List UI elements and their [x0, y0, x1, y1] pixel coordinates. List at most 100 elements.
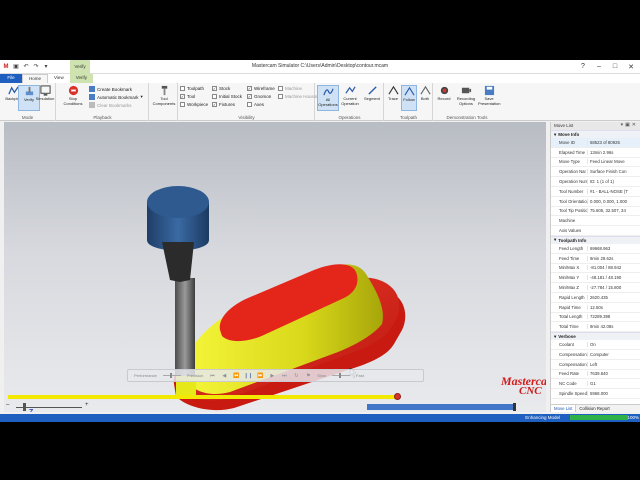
move-list-row[interactable]: Coolant On — [551, 340, 640, 350]
move-list-row[interactable]: Rapid Length 2620.435 — [551, 293, 640, 303]
move-list-row[interactable]: Operation Nar Surface Finish Con — [551, 167, 640, 178]
timeline-segment-knob[interactable] — [513, 403, 516, 411]
simulation-progress-bar[interactable] — [4, 393, 546, 400]
recording-options-button[interactable]: Recording Options — [454, 85, 478, 111]
visibility-initial-stock-checkbox[interactable]: Initial Stock — [212, 94, 242, 99]
property-value: Feed Linear Move — [587, 159, 640, 165]
panel-controls[interactable]: ▾▣✕ — [621, 122, 638, 128]
property-value: 12.50s — [587, 304, 640, 310]
playback-group-label: Playback — [93, 115, 112, 120]
property-value: 7639.840 — [587, 371, 640, 377]
property-name: Compensation — [559, 361, 587, 367]
toolpath-group-label: Toolpath — [399, 115, 417, 120]
follow-button[interactable]: Follow — [401, 85, 417, 111]
move-list-row[interactable]: Move Type Feed Linear Move — [551, 158, 640, 168]
move-list-row[interactable]: Total Time 9min 42.08s — [551, 322, 640, 333]
move-list-row[interactable]: Feed Rate 7639.840 — [551, 370, 640, 380]
stop-conditions-button[interactable]: Stop Conditions — [61, 85, 85, 111]
save-presentation-button[interactable]: Save Presentation — [478, 85, 500, 111]
move-list-section-header[interactable]: ▾ Toolpath Info — [551, 235, 640, 244]
tab-view[interactable]: View — [48, 74, 70, 83]
visibility-axes-checkbox[interactable]: Axes — [247, 102, 264, 107]
help-icon[interactable]: ? — [578, 62, 588, 71]
move-list-row[interactable]: Axis Values — [551, 226, 640, 236]
tool-components-icon — [161, 85, 167, 96]
bookmark-auto-icon — [89, 94, 95, 100]
move-list-section-header[interactable]: ▾ Move Info — [551, 130, 640, 138]
move-list-row[interactable]: Tool Orientatio 0.000, 0.000, 1.000 — [551, 197, 640, 207]
clear-bookmarks-button[interactable]: Clear Bookmarks — [89, 102, 132, 108]
mastercam-cnc-watermark: Mastercam CNC — [501, 374, 546, 397]
property-name: Tool Orientatio — [559, 198, 587, 204]
next-icon[interactable]: ⏩ — [257, 373, 263, 379]
simulation-button[interactable]: Simulation — [34, 85, 56, 111]
automatic-bookmark-button[interactable]: Automatic Bookmark ▾ — [89, 94, 143, 100]
both-button[interactable]: Both — [417, 85, 433, 111]
performance-slider[interactable] — [162, 373, 181, 378]
visibility-toolpath-checkbox[interactable]: Toolpath — [180, 86, 204, 91]
tab-file[interactable]: File — [0, 74, 22, 83]
speed-slider[interactable] — [332, 373, 351, 378]
record-button[interactable]: Record — [434, 85, 454, 111]
step-back-icon[interactable]: ◀ — [221, 373, 227, 379]
move-list-row[interactable]: Total Length 72289.398 — [551, 313, 640, 323]
playback-group: Stop Conditions Create Bookmark Automati… — [57, 83, 149, 121]
all-operations-button[interactable]: All Operations — [317, 85, 339, 111]
tool-components-button[interactable]: Tool Components — [152, 85, 176, 111]
move-list-row[interactable]: Min/Max Z -27.784 / 15.800 — [551, 283, 640, 293]
step-forward-icon[interactable]: ▶ — [269, 373, 275, 379]
visibility-workpiece-checkbox[interactable]: Workpiece — [180, 102, 208, 107]
move-list-row[interactable]: Tool Number #1 - BALL-NOSE (T — [551, 187, 640, 197]
move-list-row[interactable]: Compensation Left — [551, 360, 640, 370]
current-operation-button[interactable]: Current Operation — [339, 85, 361, 111]
move-list-row[interactable]: Compensation Computer — [551, 350, 640, 360]
move-list-row[interactable]: Tool Tip Positio 75.605, 32.507, 34 — [551, 207, 640, 217]
speed-track[interactable] — [16, 407, 82, 408]
go-to-end-icon[interactable]: ⏭ — [281, 373, 287, 379]
move-list-section-header[interactable]: ▾ Verbose — [551, 332, 640, 341]
segment-button[interactable]: Segment — [361, 85, 383, 111]
minimize-button[interactable]: – — [594, 62, 604, 71]
move-list-row[interactable]: Min/Max Y -48.181 / 48.190 — [551, 273, 640, 284]
bookmark-icon[interactable]: ⚑ — [305, 373, 311, 379]
property-name: Elapsed Time — [559, 149, 586, 155]
progress-knob[interactable] — [394, 393, 402, 400]
trace-button[interactable]: Trace — [385, 85, 401, 111]
go-to-start-icon[interactable]: ⏮ — [209, 373, 215, 379]
move-list-row[interactable]: Move ID 68523 of 80925 — [551, 138, 640, 148]
speed-slider-knob[interactable] — [22, 403, 26, 411]
visibility-fixtures-checkbox[interactable]: ✓ Fixtures — [212, 102, 235, 107]
move-list-row[interactable]: Rapid Time 12.50s — [551, 303, 640, 313]
move-list-row[interactable]: Operation Num ID: 1 (1 of 1) — [551, 177, 640, 187]
create-bookmark-button[interactable]: Create Bookmark — [89, 86, 132, 92]
previous-icon[interactable]: ⏪ — [233, 373, 239, 379]
speed-increase-button[interactable]: + — [85, 402, 89, 408]
move-list-row[interactable]: Min/Max X -81.004 / 88.942 — [551, 264, 640, 274]
maximize-button[interactable]: □ — [610, 62, 620, 71]
property-value: 2620.435 — [587, 294, 640, 300]
move-list-row[interactable]: Machine — [551, 216, 640, 227]
tab-verify[interactable]: Verify — [69, 74, 93, 83]
section-title: Move Info — [558, 132, 580, 137]
visibility-wireframe-checkbox[interactable]: ✓ Wireframe — [247, 86, 275, 91]
property-name: Operation Nar — [559, 169, 586, 175]
property-name: Coolant — [559, 342, 574, 348]
move-list-row[interactable]: Feed Length 69668.963 — [551, 244, 640, 254]
operations-group-label: Operations — [338, 115, 361, 120]
pause-icon[interactable]: ❙❙ — [244, 373, 252, 379]
visibility-tool-checkbox[interactable]: ✓ Tool — [180, 94, 195, 99]
visibility-gnomon-checkbox[interactable]: ✓ Gnomon — [247, 94, 271, 99]
checkbox-label: Workpiece — [187, 102, 209, 107]
move-list-row[interactable]: Spindle Speed 5968.000 — [551, 389, 640, 399]
close-button[interactable]: ✕ — [626, 62, 636, 71]
move-list-row[interactable]: Feed Time 9min 29.62s — [551, 254, 640, 264]
speed-decrease-button[interactable]: – — [6, 402, 9, 408]
move-list-row[interactable]: Elapsed Time 13min 2.96s — [551, 148, 640, 158]
tab-move-list[interactable]: Move List — [551, 405, 577, 412]
tab-home[interactable]: Home — [22, 74, 49, 83]
loop-icon[interactable]: ↻ — [293, 373, 299, 379]
tab-collision-report[interactable]: Collision Report — [576, 405, 612, 412]
move-list-row[interactable]: NC Code G1 — [551, 379, 640, 390]
simulation-viewport[interactable]: Z X Y Performance Precision ⏮ ◀ ⏪ ❙❙ ⏩ ▶… — [4, 122, 546, 412]
visibility-stock-checkbox[interactable]: ✓ Stock — [212, 86, 230, 91]
